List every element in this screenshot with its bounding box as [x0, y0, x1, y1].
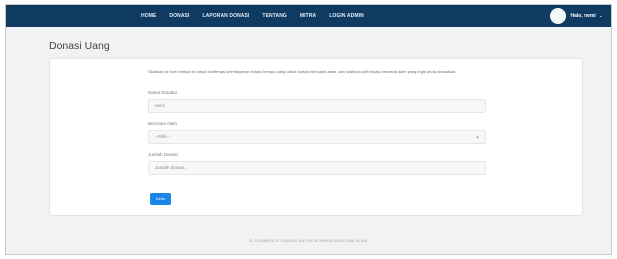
- nav-donasi[interactable]: DONASI: [169, 13, 189, 19]
- page-title: Donasi Uang: [49, 40, 110, 52]
- avatar: [549, 8, 566, 24]
- amount-label: Jumlah Donasi: [148, 152, 178, 157]
- browser-frame: HOME DONASI LAPORAN DONASI TENTANG MITRA…: [5, 4, 612, 255]
- user-greeting: Halo, nemi: [570, 13, 596, 19]
- nav-tentang[interactable]: TENTANG: [262, 13, 287, 19]
- footer-text: E-COMMERCE DONASI UNTUK KORBAN BENCANA A…: [249, 238, 368, 243]
- donor-name-field[interactable]: nemi: [148, 99, 486, 113]
- chevron-down-icon: ⌄: [598, 13, 603, 19]
- chevron-down-icon: ⌄: [474, 134, 480, 140]
- nav-mitra[interactable]: MITRA: [300, 13, 316, 19]
- user-menu[interactable]: Halo, nemi ⌄: [549, 8, 603, 24]
- disaster-label: Bencana Alam: [148, 121, 178, 126]
- amount-input[interactable]: Jumlah donasi...: [148, 161, 486, 175]
- donation-form-card: Silahkan isi form berikut ini untuk konf…: [49, 58, 583, 216]
- nav-laporan-donasi[interactable]: LAPORAN DONASI: [202, 13, 249, 19]
- donor-name-label: Nama Donatur: [148, 90, 178, 95]
- nav-login-admin[interactable]: LOGIN ADMIN: [329, 13, 364, 19]
- top-navbar: HOME DONASI LAPORAN DONASI TENTANG MITRA…: [6, 5, 611, 27]
- disaster-select[interactable]: --Pilih-- ⌄: [148, 130, 486, 144]
- form-intro-text: Silahkan isi form berikut ini untuk konf…: [148, 69, 457, 74]
- submit-button[interactable]: Kirim: [150, 193, 171, 205]
- disaster-select-value: --Pilih--: [155, 134, 170, 139]
- nav-home[interactable]: HOME: [141, 13, 156, 19]
- nav-menu: HOME DONASI LAPORAN DONASI TENTANG MITRA…: [141, 5, 377, 27]
